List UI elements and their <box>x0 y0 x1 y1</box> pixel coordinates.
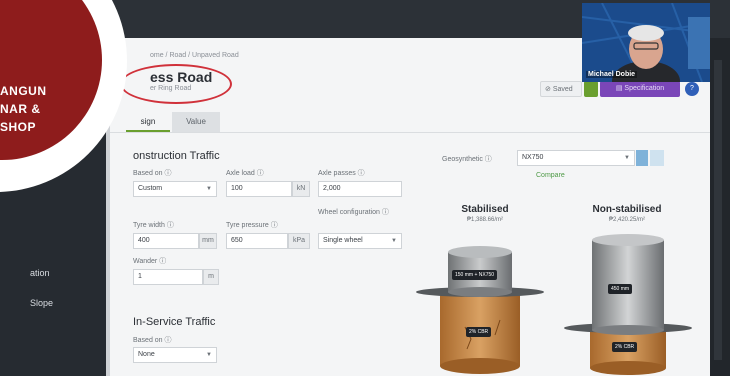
non-stabilised-cost: ₱2,420.25/m² <box>608 217 646 223</box>
promo-line-2: NAR & <box>0 102 41 116</box>
tyre-width-label: Tyre width ⓘ <box>133 222 174 229</box>
wheel-configuration-value: Single wheel <box>323 237 363 244</box>
non-stabilised-heading: Non-stabilised <box>592 204 662 215</box>
tyre-width-input[interactable]: 400 <box>133 233 199 249</box>
sidebar-item-slope[interactable]: Slope <box>30 298 53 308</box>
stabilised-subgrade-badge: 2% CBR <box>466 327 492 337</box>
tab-value[interactable]: Value <box>172 112 220 132</box>
wheel-configuration-label: Wheel configuration ⓘ <box>318 209 389 216</box>
scrollbar[interactable] <box>714 60 722 360</box>
axle-passes-input[interactable]: 2,000 <box>318 181 402 197</box>
wander-unit: m <box>203 269 219 285</box>
in-service-based-on-label: Based on ⓘ <box>133 337 172 344</box>
screen: ation Slope ome / Road / Unpaved Road es… <box>0 0 730 376</box>
tyre-pressure-input[interactable]: 650 <box>226 233 288 249</box>
compare-link[interactable]: Compare <box>536 172 565 179</box>
axle-load-unit: kN <box>292 181 310 197</box>
axle-load-label: Axle load ⓘ <box>226 170 264 177</box>
chevron-down-icon: ▼ <box>391 238 397 244</box>
promo-line-1: ANGUN <box>0 84 47 98</box>
breadcrumb[interactable]: ome / Road / Unpaved Road <box>150 52 239 59</box>
sidebar-item-foundation[interactable]: ation <box>30 268 50 278</box>
based-on-select[interactable]: Custom ▼ <box>133 181 217 197</box>
geosynthetic-toggle-left[interactable] <box>636 150 648 166</box>
non-stabilised-subgrade-badge: 2% CBR <box>612 342 638 352</box>
presenter-name: Michael Dobie <box>586 71 638 78</box>
in-service-based-on-select[interactable]: None ▼ <box>133 347 217 363</box>
chevron-down-icon: ▼ <box>206 352 212 358</box>
help-button[interactable]: ? <box>685 82 699 96</box>
geosynthetic-toggle-right[interactable] <box>650 150 664 166</box>
geosynthetic-select[interactable]: NX750 ▼ <box>517 150 635 166</box>
promo-line-3: SHOP <box>0 120 37 134</box>
tyre-width-unit: mm <box>199 233 217 249</box>
check-icon: ⊘ <box>545 86 553 93</box>
wander-label: Wander ⓘ <box>133 258 167 265</box>
non-stabilised-pavement-illustration <box>564 234 692 375</box>
save-status-button[interactable] <box>584 81 598 97</box>
chevron-down-icon: ▼ <box>206 186 212 192</box>
chevron-down-icon: ▼ <box>624 155 630 161</box>
highlight-ring <box>120 64 232 104</box>
specification-button[interactable]: ▤ Specification <box>600 81 680 97</box>
wander-input[interactable]: 1 <box>133 269 203 285</box>
stabilised-heading: Stabilised <box>461 204 509 215</box>
geosynthetic-value: NX750 <box>522 154 544 161</box>
construction-traffic-heading: onstruction Traffic <box>133 150 220 162</box>
axle-passes-label: Axle passes ⓘ <box>318 170 365 177</box>
based-on-value: Custom <box>138 185 163 192</box>
tyre-pressure-unit: kPa <box>288 233 310 249</box>
based-on-label: Based on ⓘ <box>133 170 172 177</box>
stabilised-pavement-illustration <box>416 246 544 374</box>
tab-divider <box>110 132 710 133</box>
axle-load-input[interactable]: 100 <box>226 181 292 197</box>
stabilised-layer-badge: 150 mm + NX750 <box>452 270 498 280</box>
tyre-pressure-label: Tyre pressure ⓘ <box>226 222 278 229</box>
geosynthetic-label: Geosynthetic ⓘ <box>442 156 492 163</box>
non-stabilised-layer-badge: 450 mm <box>608 284 633 294</box>
saved-label: Saved <box>552 86 573 93</box>
wheel-configuration-select[interactable]: Single wheel ▼ <box>318 233 402 249</box>
tab-design[interactable]: sign <box>126 112 170 132</box>
saved-button[interactable]: ⊘ Saved <box>540 81 582 97</box>
stabilised-cost: ₱1,388.66/m² <box>466 217 504 223</box>
in-service-based-on-value: None <box>138 351 155 358</box>
in-service-traffic-heading: In-Service Traffic <box>133 316 216 328</box>
specification-label: Specification <box>624 85 665 92</box>
